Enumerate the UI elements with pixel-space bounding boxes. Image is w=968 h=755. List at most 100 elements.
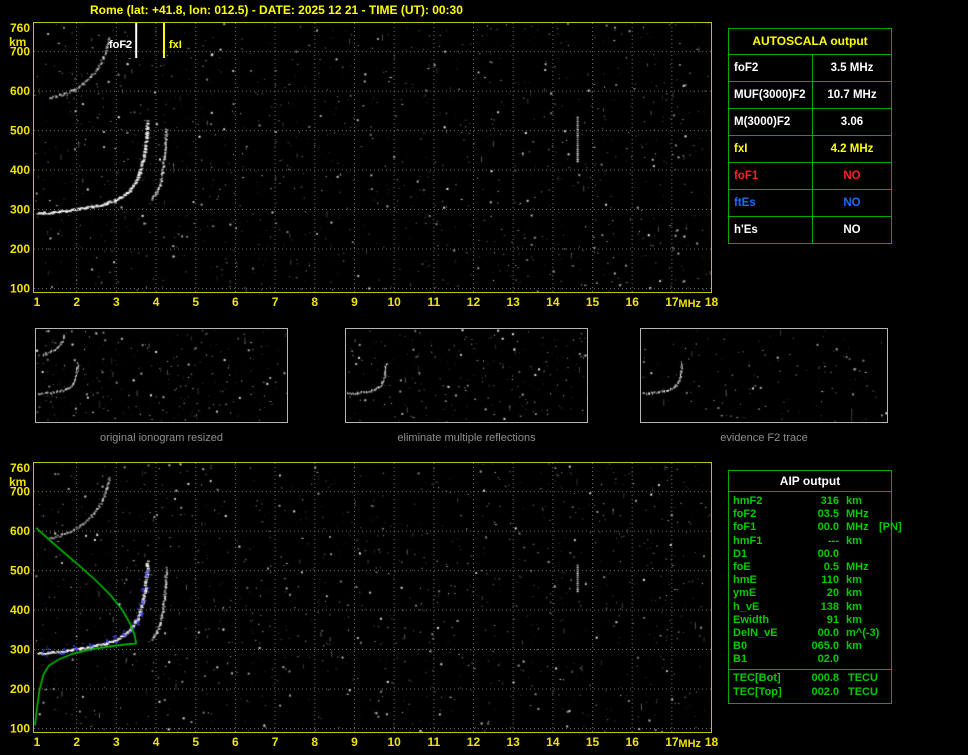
x-axis-tick-label: 11 bbox=[427, 295, 440, 309]
x-axis-tick-label: 14 bbox=[546, 295, 560, 309]
aip-row-foF2: foF203.5MHz bbox=[729, 508, 891, 521]
aip-row-foE: foE0.5MHz bbox=[729, 561, 891, 574]
x-axis-tick-label: 2 bbox=[73, 735, 80, 749]
x-axis-tick-label: 6 bbox=[232, 295, 239, 309]
autoscala-row-fxI: fxI4.2 MHz bbox=[729, 136, 891, 163]
aip-separator-line bbox=[729, 669, 891, 670]
aip-cell: km bbox=[839, 640, 879, 653]
marker-label-foF2: foF2 bbox=[109, 39, 132, 51]
y-axis-tick-label: 300 bbox=[10, 643, 30, 657]
autoscala-param-label: fxI bbox=[729, 136, 813, 162]
aip-cell: 00.0 bbox=[795, 548, 839, 561]
aip-cell bbox=[839, 548, 879, 561]
aip-cell: MHz bbox=[839, 561, 879, 574]
autoscala-param-value: NO bbox=[813, 163, 891, 189]
aip-row-Ewidth: Ewidth91km bbox=[729, 614, 891, 627]
x-axis-tick-label: 16 bbox=[626, 735, 640, 749]
aip-cell: 02.0 bbox=[795, 653, 839, 666]
aip-cell bbox=[879, 495, 887, 508]
x-axis-tick-label: 13 bbox=[506, 295, 520, 309]
aip-cell: m^(-3) bbox=[839, 627, 879, 640]
y-axis-tick-label: 100 bbox=[10, 721, 30, 735]
y-axis-tick-label: 200 bbox=[10, 242, 30, 256]
aip-cell: MHz bbox=[839, 508, 879, 521]
aip-tec-rows: TEC[Bot]000.8TECUTEC[Top]002.0TECU bbox=[729, 672, 891, 698]
aip-cell bbox=[879, 653, 887, 666]
aip-cell: --- bbox=[795, 535, 839, 548]
autoscala-row-ftEs: ftEsNO bbox=[729, 190, 891, 217]
x-axis-unit-label: MHz bbox=[678, 298, 701, 310]
x-axis-tick-label: 3 bbox=[113, 735, 120, 749]
autoscala-row-foF1: foF1NO bbox=[729, 163, 891, 190]
thumbnail-evidence-f2 bbox=[640, 328, 888, 423]
aip-cell bbox=[879, 548, 887, 561]
x-axis-tick-label: 14 bbox=[546, 735, 560, 749]
aip-cell: 91 bbox=[795, 614, 839, 627]
x-axis-tick-label: 13 bbox=[506, 735, 520, 749]
x-axis-tick-label: 8 bbox=[311, 735, 318, 749]
x-axis-tick-label: 10 bbox=[387, 735, 401, 749]
x-axis-tick-label: 6 bbox=[232, 735, 239, 749]
x-axis-tick-label: 9 bbox=[351, 295, 358, 309]
aip-cell bbox=[879, 535, 887, 548]
aip-cell bbox=[879, 574, 887, 587]
aip-cell bbox=[879, 614, 887, 627]
y-axis-tick-label: 400 bbox=[10, 603, 30, 617]
y-axis-tick-label: 100 bbox=[10, 281, 30, 295]
aip-cell: h_vE bbox=[733, 601, 795, 614]
ionogram-plot-top: 760700600500400300200100km12345678910111… bbox=[0, 14, 720, 314]
aip-row-hmF1: hmF1---km bbox=[729, 535, 891, 548]
autoscala-param-value: NO bbox=[813, 217, 891, 243]
autoscala-output-table: AUTOSCALA output foF23.5 MHzMUF(3000)F21… bbox=[728, 28, 892, 244]
ionogram-axes-top: 760700600500400300200100km12345678910111… bbox=[0, 14, 720, 314]
y-axis-unit-label: km bbox=[9, 475, 26, 489]
autoscala-param-label: foF2 bbox=[729, 55, 813, 81]
thumbnail-canvas-original bbox=[36, 329, 287, 422]
autoscala-param-value: 3.5 MHz bbox=[813, 55, 891, 81]
y-axis-tick-label: 500 bbox=[10, 564, 30, 578]
aip-cell: TEC[Bot] bbox=[733, 672, 791, 685]
autoscala-row-foF2: foF23.5 MHz bbox=[729, 55, 891, 82]
aip-cell: 316 bbox=[795, 495, 839, 508]
autoscala-param-label: MUF(3000)F2 bbox=[729, 82, 813, 108]
x-axis-tick-label: 8 bbox=[311, 295, 318, 309]
aip-output-table: AIP output hmF2316kmfoF203.5MHzfoF100.0M… bbox=[728, 470, 892, 704]
x-axis-tick-label: 5 bbox=[192, 735, 199, 749]
aip-cell: km bbox=[839, 601, 879, 614]
x-axis-tick-label: 4 bbox=[153, 735, 160, 749]
autoscala-row-M(3000)F2: M(3000)F23.06 bbox=[729, 109, 891, 136]
autoscala-param-value: 10.7 MHz bbox=[813, 82, 891, 108]
thumbnail-caption-original: original ionogram resized bbox=[35, 432, 288, 444]
x-axis-unit-label: MHz bbox=[678, 738, 701, 750]
aip-cell bbox=[879, 640, 887, 653]
aip-cell bbox=[879, 587, 887, 600]
y-axis-tick-label: 760 bbox=[10, 21, 30, 35]
aip-row-foF1: foF100.0MHz[PN] bbox=[729, 521, 891, 534]
x-axis-tick-label: 12 bbox=[467, 735, 481, 749]
x-axis-tick-label: 7 bbox=[272, 735, 279, 749]
aip-cell bbox=[879, 601, 887, 614]
aip-row-hmE: hmE110km bbox=[729, 574, 891, 587]
aip-cell bbox=[879, 508, 887, 521]
y-axis-tick-label: 300 bbox=[10, 203, 30, 217]
aip-cell: DelN_vE bbox=[733, 627, 795, 640]
aip-cell: foF1 bbox=[733, 521, 795, 534]
aip-row-h_vE: h_vE138km bbox=[729, 601, 891, 614]
autoscala-table-title: AUTOSCALA output bbox=[729, 29, 891, 55]
thumbnail-eliminate-reflections bbox=[345, 328, 588, 423]
aip-cell bbox=[879, 627, 887, 640]
x-axis-tick-label: 18 bbox=[705, 735, 719, 749]
aip-table-rows: hmF2316kmfoF203.5MHzfoF100.0MHz[PN]hmF1-… bbox=[729, 495, 891, 666]
aip-cell: ymE bbox=[733, 587, 795, 600]
autoscala-param-label: M(3000)F2 bbox=[729, 109, 813, 135]
aip-row-ymE: ymE20km bbox=[729, 587, 891, 600]
ionogram-plot-bottom: 760700600500400300200100km12345678910111… bbox=[0, 454, 720, 754]
autoscala-param-value: 3.06 bbox=[813, 109, 891, 135]
aip-row-DelN_vE: DelN_vE00.0m^(-3) bbox=[729, 627, 891, 640]
y-axis-tick-label: 760 bbox=[10, 461, 30, 475]
x-axis-tick-label: 11 bbox=[427, 735, 440, 749]
aip-cell: TEC[Top] bbox=[733, 686, 791, 699]
aip-cell: km bbox=[839, 495, 879, 508]
aip-row-B0: B0065.0km bbox=[729, 640, 891, 653]
aip-cell: 138 bbox=[795, 601, 839, 614]
